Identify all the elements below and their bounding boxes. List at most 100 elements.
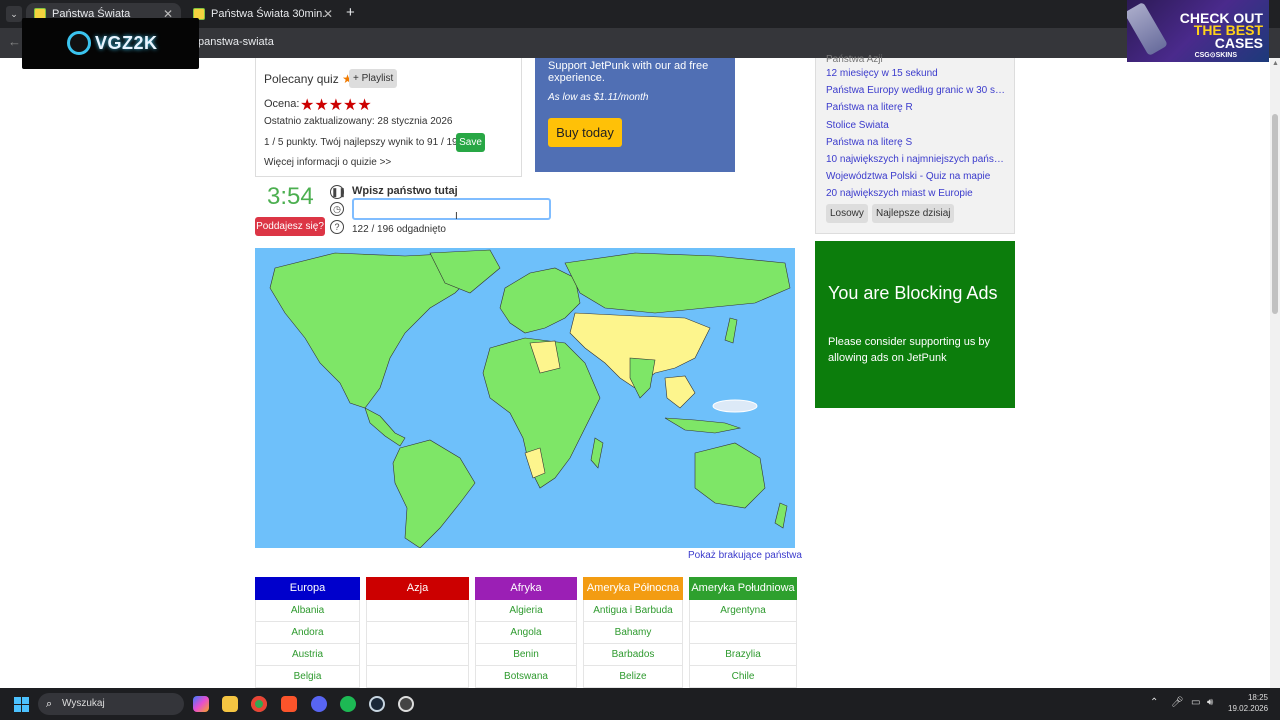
- answer-cell: Benin: [475, 644, 577, 666]
- back-arrow-icon[interactable]: ←: [8, 34, 21, 49]
- column-north-america: Ameryka Północna Antigua i Barbuda Baham…: [583, 577, 683, 688]
- help-icon[interactable]: ?: [330, 220, 344, 234]
- taskbar-search[interactable]: ⌕ Wyszukaj: [38, 693, 184, 715]
- scroll-thumb[interactable]: [1272, 114, 1278, 314]
- save-button[interactable]: Save: [456, 133, 485, 152]
- answer-cell: Albania: [255, 600, 360, 622]
- obs-icon[interactable]: [398, 696, 414, 712]
- answer-cell: [366, 644, 469, 666]
- pause-icon[interactable]: ❚❚: [330, 185, 346, 199]
- ad-price: As low as $1.11/month: [548, 92, 649, 103]
- column-header: Europa: [255, 577, 360, 600]
- search-icon: ⌕: [46, 698, 53, 710]
- ad-text: Support JetPunk with our ad free experie…: [548, 60, 709, 84]
- column-header: Azja: [366, 577, 469, 600]
- network-icon[interactable]: ▭: [1191, 697, 1200, 708]
- best-today-button[interactable]: Najlepsze dzisiaj: [872, 204, 955, 223]
- buy-today-button[interactable]: Buy today: [548, 118, 622, 147]
- clock-date: 19.02.2026: [1228, 704, 1269, 713]
- random-button[interactable]: Losowy: [826, 204, 868, 223]
- ad-brand: CSG⊙SKINS: [1194, 52, 1237, 59]
- answer-cell: [366, 600, 469, 622]
- related-quiz-link[interactable]: Państwa Europy według granic w 30 sek...: [826, 85, 1006, 96]
- discord-icon[interactable]: [311, 696, 327, 712]
- answer-cell: Botswana: [475, 666, 577, 688]
- brave-icon[interactable]: [281, 696, 297, 712]
- ad-blocking-notice: You are Blocking Ads Please consider sup…: [815, 241, 1015, 408]
- answer-cell: Andora: [255, 622, 360, 644]
- score-text: 1 / 5 punkty. Twój najlepszy wynik to 91…: [264, 137, 466, 148]
- search-placeholder: Wyszukaj: [62, 698, 105, 709]
- column-europe: Europa Albania Andora Austria Belgia: [255, 577, 360, 688]
- column-asia: Azja: [366, 577, 469, 688]
- quiz-info-box: Polecany quiz ★ + Playlist Ocena: ★★★★★ …: [255, 58, 522, 177]
- related-quiz-link[interactable]: Stolice Świata: [826, 120, 1006, 131]
- related-quizzes-box: Państwa Azji 12 miesięcy w 15 sekund Pań…: [815, 54, 1015, 234]
- spotify-icon[interactable]: [340, 696, 356, 712]
- rating-label: Ocena:: [264, 98, 300, 110]
- star-icon[interactable]: ★: [300, 97, 314, 114]
- tab-title: Państwa Świata 30min.: [211, 8, 326, 20]
- tray-chevron-icon[interactable]: ⌃: [1150, 697, 1158, 708]
- windows-start-icon[interactable]: [14, 697, 29, 712]
- tab-search-button[interactable]: ⌄: [6, 6, 22, 22]
- related-quiz-link[interactable]: Państwa na literę R: [826, 102, 1006, 113]
- new-tab-button[interactable]: +: [346, 4, 355, 21]
- system-clock[interactable]: 18:25 19.02.2026: [1228, 692, 1268, 714]
- answer-cell: Angola: [475, 622, 577, 644]
- more-info-link[interactable]: Więcej informacji o quizie >>: [264, 157, 391, 168]
- steam-icon[interactable]: [369, 696, 385, 712]
- column-africa: Afryka Algieria Angola Benin Botswana: [475, 577, 577, 688]
- scroll-up-icon[interactable]: ▲: [1272, 60, 1279, 67]
- related-quiz-link[interactable]: 10 największych i najmniejszych państw .…: [826, 154, 1006, 165]
- answer-cell: Barbados: [583, 644, 683, 666]
- progress-text: 122 / 196 odgadnięto: [352, 224, 446, 235]
- playlist-button[interactable]: + Playlist: [349, 69, 398, 88]
- url-text[interactable]: panstwa-swiata: [198, 36, 274, 48]
- world-map[interactable]: [255, 248, 795, 549]
- recommended-quiz: Polecany quiz ★: [264, 72, 353, 86]
- answer-cell: Argentyna: [689, 600, 797, 622]
- world-map-svg: [255, 248, 795, 549]
- quiz-timer: 3:54: [267, 183, 314, 210]
- answer-cell: Antigua i Barbuda: [583, 600, 683, 622]
- stream-logo-overlay: VGZ2K: [22, 18, 199, 69]
- logo-ring-icon: [67, 31, 91, 55]
- answer-cell: Algieria: [475, 600, 577, 622]
- microphone-icon[interactable]: 🎤︎: [1171, 697, 1184, 708]
- clock-icon[interactable]: ◷: [330, 202, 344, 216]
- pacific-highlight: [712, 399, 758, 413]
- star-icon[interactable]: ★: [314, 97, 328, 114]
- answer-prompt: Wpisz państwo tutaj: [352, 185, 458, 197]
- answer-input[interactable]: [352, 198, 551, 220]
- recommended-label: Polecany quiz: [264, 72, 339, 86]
- star-icon[interactable]: ★: [357, 97, 371, 114]
- related-quiz-link[interactable]: 20 największych miast w Europie: [826, 188, 1006, 199]
- star-icon[interactable]: ★: [329, 97, 343, 114]
- show-missing-link[interactable]: Pokaż brakujące państwa: [688, 550, 802, 561]
- related-quiz-link[interactable]: Województwa Polski - Quiz na mapie: [826, 171, 1006, 182]
- answer-cell: [366, 666, 469, 688]
- tab-panstwa-swiata-30min[interactable]: Państwa Świata 30min. ✕: [185, 3, 341, 28]
- answer-cell: Austria: [255, 644, 360, 666]
- related-quiz-link[interactable]: 12 miesięcy w 15 sekund: [826, 68, 1006, 79]
- stream-ad-overlay: CHECK OUT THE BEST CASES CSG⊙SKINS: [1127, 0, 1269, 62]
- answer-cell: Belgia: [255, 666, 360, 688]
- ad-line-3: CASES: [1214, 35, 1263, 51]
- related-quiz-link[interactable]: Państwa na literę S: [826, 137, 1006, 148]
- close-tab-icon[interactable]: ✕: [323, 3, 333, 26]
- give-up-button[interactable]: Poddajesz się?: [255, 217, 325, 236]
- file-explorer-icon[interactable]: [222, 696, 238, 712]
- column-header: Afryka: [475, 577, 577, 600]
- rating-stars[interactable]: ★★★★★: [300, 95, 372, 115]
- chrome-icon[interactable]: [251, 696, 267, 712]
- column-south-america: Ameryka Południowa Argentyna Brazylia Ch…: [689, 577, 797, 688]
- clock-time: 18:25: [1247, 693, 1268, 702]
- answer-cell: Brazylia: [689, 644, 797, 666]
- star-icon[interactable]: ★: [343, 97, 357, 114]
- page-scrollbar[interactable]: ▲: [1270, 58, 1280, 688]
- volume-icon[interactable]: 🔊︎: [1207, 697, 1213, 708]
- copilot-icon[interactable]: [193, 696, 209, 712]
- jetpunk-ad: Support JetPunk with our ad free experie…: [535, 58, 735, 172]
- related-quiz-link[interactable]: Państwa Azji: [826, 54, 1006, 65]
